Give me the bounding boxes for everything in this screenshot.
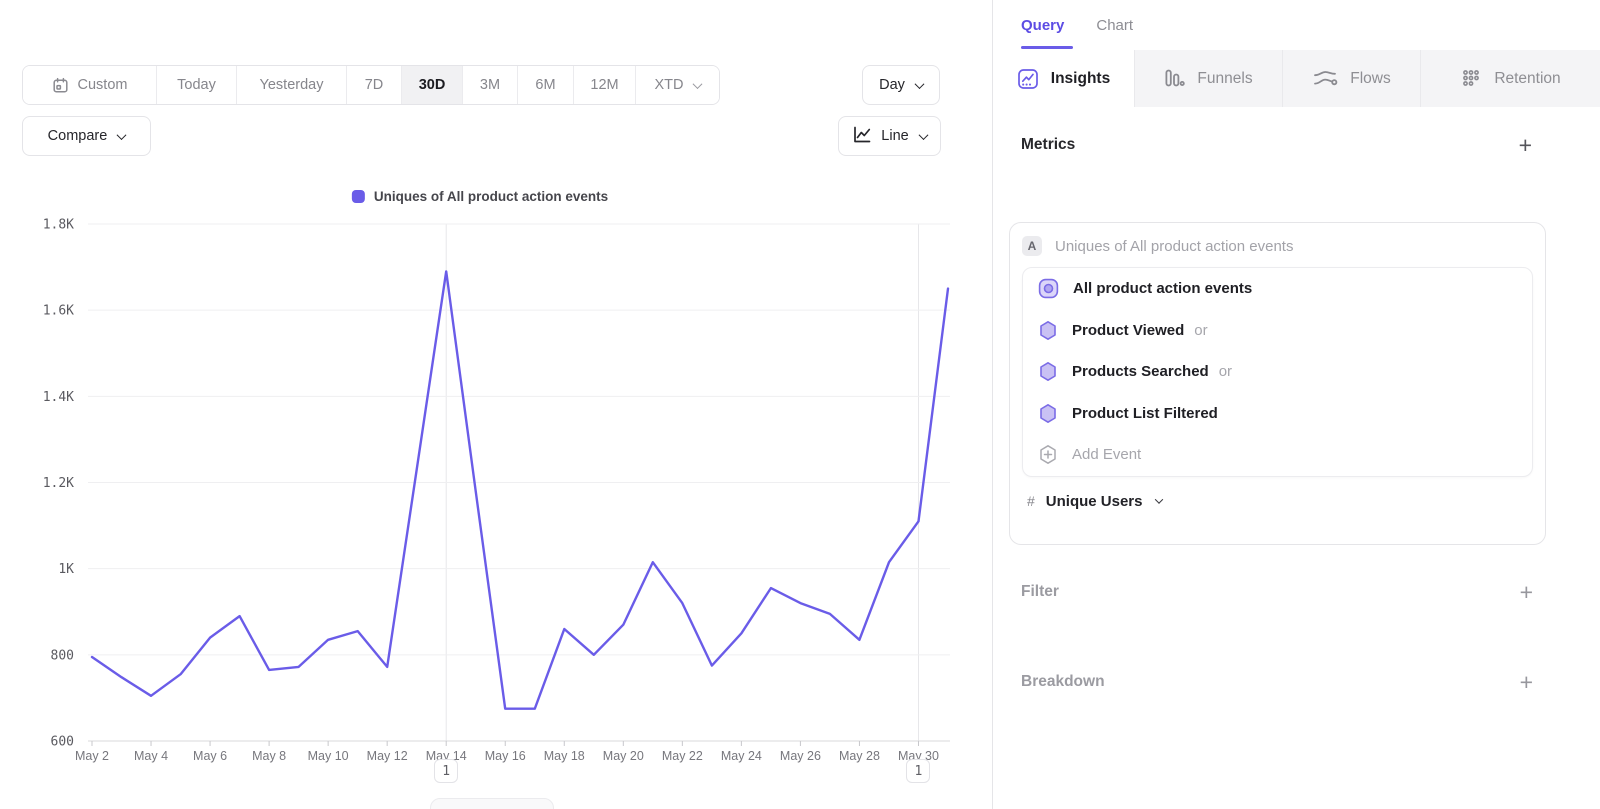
event-hexagon-icon	[1038, 361, 1058, 382]
hash-icon: #	[1027, 493, 1035, 509]
filter-section-header: Filter +	[993, 580, 1600, 604]
y-axis-tick-label: 800	[51, 648, 74, 663]
y-axis-tick-label: 1.4K	[43, 390, 74, 405]
breakdown-section-header: Breakdown +	[993, 670, 1600, 694]
event-name: Product List Filtered	[1072, 405, 1218, 422]
report-tab-retention[interactable]: Retention	[1420, 50, 1600, 107]
add-event-button[interactable]: Add Event	[1023, 434, 1532, 476]
funnels-icon	[1164, 68, 1185, 90]
metrics-title: Metrics	[1021, 136, 1075, 154]
event-row[interactable]: Product List Filtered	[1023, 393, 1532, 435]
measurement-selector[interactable]: # Unique Users	[1010, 477, 1545, 510]
report-type-tabs: Insights Funnels Flows Retention	[993, 50, 1600, 107]
metric-series-header[interactable]: A Uniques of All product action events	[1010, 223, 1545, 267]
event-hexagon-icon	[1038, 403, 1058, 424]
add-metric-plus-icon[interactable]: +	[1519, 135, 1532, 155]
y-axis-tick-label: 1.8K	[43, 218, 74, 233]
measurement-label: Unique Users	[1046, 493, 1143, 510]
series-title: Uniques of All product action events	[1055, 238, 1293, 255]
x-axis-tick-label: May 10	[308, 749, 349, 763]
x-axis-tick-label: May 28	[839, 749, 880, 763]
event-row[interactable]: All product action events	[1023, 268, 1532, 310]
x-axis-tick-label: May 16	[485, 749, 526, 763]
event-list-card: All product action events Product Viewed o…	[1022, 267, 1533, 477]
x-axis-tick-label: May 4	[134, 749, 168, 763]
annotation-badge[interactable]: 1	[906, 759, 930, 783]
add-event-icon	[1038, 444, 1058, 465]
x-axis-tick-label: May 24	[721, 749, 762, 763]
chevron-down-icon	[1154, 495, 1162, 503]
retention-icon	[1460, 68, 1482, 90]
event-row[interactable]: Product Viewed or	[1023, 310, 1532, 352]
chart-pane: CustomTodayYesterday7D30D3M6M12MXTD Day …	[0, 0, 992, 809]
event-row[interactable]: Products Searched or	[1023, 351, 1532, 393]
chart-footer-partial-control[interactable]	[430, 798, 554, 809]
event-name: Products Searched	[1072, 363, 1209, 380]
y-axis-tick-label: 1.6K	[43, 304, 74, 319]
add-breakdown-plus-icon[interactable]: +	[1520, 672, 1533, 692]
event-operator: or	[1219, 363, 1232, 380]
query-pane: Query Chart Insights Funnels Flows Retentio…	[992, 0, 1600, 809]
event-name: All product action events	[1073, 280, 1252, 297]
tab-chart[interactable]: Chart	[1096, 17, 1133, 34]
x-axis-tick-label: May 8	[252, 749, 286, 763]
flows-icon	[1312, 69, 1338, 89]
report-tab-label: Retention	[1494, 70, 1560, 88]
y-axis-tick-label: 1K	[58, 562, 74, 577]
all-events-icon	[1038, 278, 1059, 299]
insights-icon	[1017, 68, 1039, 90]
event-hexagon-icon	[1038, 320, 1058, 341]
add-event-label: Add Event	[1072, 446, 1141, 463]
x-axis-tick-label: May 26	[780, 749, 821, 763]
event-operator: or	[1194, 322, 1207, 339]
x-axis-tick-label: May 18	[544, 749, 585, 763]
add-filter-plus-icon[interactable]: +	[1520, 582, 1533, 602]
x-axis-tick-label: May 2	[75, 749, 109, 763]
line-chart[interactable]: 1.8K 1.6K 1.4K 1.2K 1K 800 600May 2 May 4 May 6 M…	[0, 0, 992, 809]
report-tab-label: Flows	[1350, 70, 1390, 88]
series-letter-badge: A	[1022, 236, 1042, 256]
breakdown-title: Breakdown	[1021, 673, 1105, 691]
active-tab-underline	[1021, 46, 1073, 49]
metrics-header: Metrics +	[993, 131, 1600, 159]
pane-tabs: Query Chart	[993, 0, 1600, 50]
report-tab-label: Funnels	[1197, 70, 1252, 88]
x-axis-tick-label: May 20	[603, 749, 644, 763]
x-axis-tick-label: May 12	[367, 749, 408, 763]
y-axis-tick-label: 600	[51, 735, 74, 750]
report-tab-funnels[interactable]: Funnels	[1134, 50, 1282, 107]
report-tab-insights[interactable]: Insights	[993, 50, 1134, 107]
series-line[interactable]	[92, 271, 948, 708]
x-axis-tick-label: May 6	[193, 749, 227, 763]
x-axis-tick-label: May 22	[662, 749, 703, 763]
filter-title: Filter	[1021, 583, 1059, 601]
report-tab-flows[interactable]: Flows	[1282, 50, 1420, 107]
tab-query[interactable]: Query	[1021, 17, 1064, 34]
event-name: Product Viewed	[1072, 322, 1184, 339]
annotation-badge[interactable]: 1	[434, 759, 458, 783]
metric-card: A Uniques of All product action events A…	[1009, 222, 1546, 545]
y-axis-tick-label: 1.2K	[43, 476, 74, 491]
insights-report-app: CustomTodayYesterday7D30D3M6M12MXTD Day …	[0, 0, 1600, 809]
report-tab-label: Insights	[1051, 70, 1110, 88]
